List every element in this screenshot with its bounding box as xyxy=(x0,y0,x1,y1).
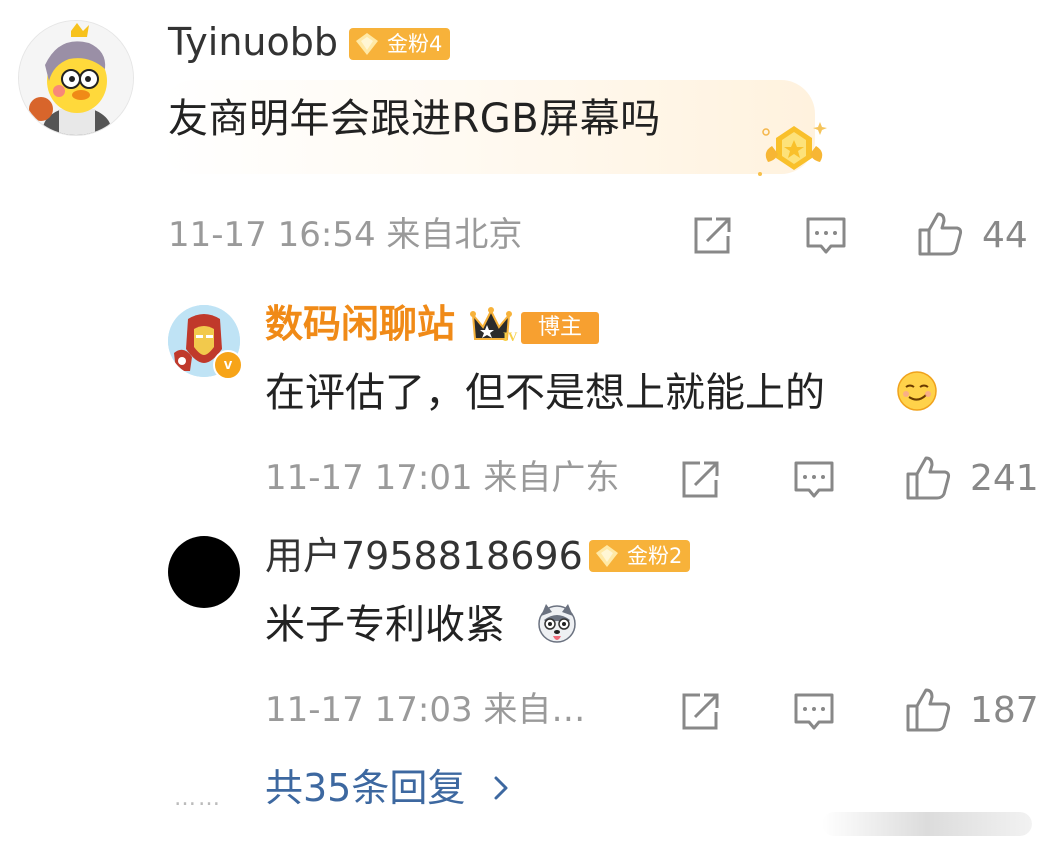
repost-icon[interactable] xyxy=(690,214,734,258)
smirk-emoji-icon xyxy=(897,371,937,411)
view-more-replies-link[interactable]: 共35条回复 xyxy=(265,766,465,810)
comment-icon[interactable] xyxy=(792,690,836,734)
verified-badge: v xyxy=(213,350,243,380)
fan-badge-label: 金粉2 xyxy=(627,544,683,568)
comment-icon[interactable] xyxy=(792,458,836,502)
comment-text: 友商明年会跟进RGB屏幕吗 xyxy=(168,96,661,142)
level-badge-text: IV xyxy=(503,329,518,344)
diamond-icon xyxy=(596,545,618,567)
reply-username[interactable]: 用户7958818696 xyxy=(265,534,583,578)
blogger-tag: 博主 xyxy=(521,312,599,344)
fan-level-badge[interactable]: 金粉2 xyxy=(589,540,691,572)
chevron-right-icon[interactable] xyxy=(490,772,512,804)
fan-level-badge[interactable]: 金粉4 xyxy=(349,28,451,60)
like-count: 187 xyxy=(970,690,1039,731)
diamond-icon xyxy=(356,33,378,55)
duck-avatar-image xyxy=(19,21,133,135)
crown-icon: IV xyxy=(470,307,518,344)
reply-meta: 11-17 17:01 来自广东 xyxy=(265,458,620,498)
gold-medal-icon xyxy=(758,122,827,176)
like-count: 241 xyxy=(970,458,1039,499)
like-icon[interactable] xyxy=(904,454,952,502)
user-avatar[interactable] xyxy=(18,20,134,136)
repost-icon[interactable] xyxy=(678,458,722,502)
username[interactable]: Tyinuobb xyxy=(168,20,338,64)
reply-text: 米子专利收紧 xyxy=(265,602,505,648)
repost-icon[interactable] xyxy=(678,690,722,734)
reply-username[interactable]: 数码闲聊站 xyxy=(265,302,455,346)
home-indicator xyxy=(822,812,1032,836)
fan-badge-label: 金粉4 xyxy=(387,32,443,56)
comment-icon[interactable] xyxy=(804,214,848,258)
more-replies-divider: …… xyxy=(174,786,222,811)
comment-meta: 11-17 16:54 来自北京 xyxy=(168,215,523,255)
like-icon[interactable] xyxy=(916,210,964,258)
reply-avatar[interactable] xyxy=(168,536,240,608)
husky-emoji-icon xyxy=(538,604,576,643)
like-count: 44 xyxy=(982,215,1028,256)
like-icon[interactable] xyxy=(904,686,952,734)
reply-meta: 11-17 17:03 来自… xyxy=(265,690,586,730)
reply-text: 在评估了，但不是想上就能上的 xyxy=(265,370,825,416)
